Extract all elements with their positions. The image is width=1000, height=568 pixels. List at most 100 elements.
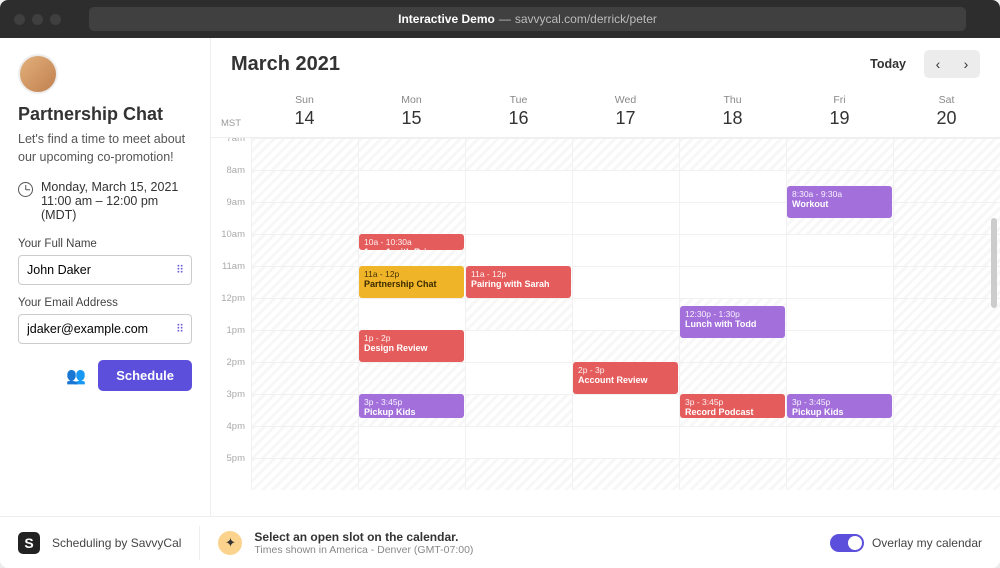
calendar-event[interactable]: 8:30a - 9:30aWorkout bbox=[787, 186, 892, 218]
unavailable-slot bbox=[786, 458, 893, 490]
open-slot[interactable] bbox=[572, 170, 679, 202]
calendar-month: March 2021 bbox=[231, 53, 860, 76]
unavailable-slot bbox=[251, 266, 358, 298]
unavailable-slot bbox=[679, 138, 786, 170]
scrollbar[interactable] bbox=[991, 218, 997, 308]
hour-label: 5pm bbox=[211, 458, 251, 490]
calendar-event[interactable]: 1p - 2pDesign Review bbox=[359, 330, 464, 362]
day-header: Fri19 bbox=[786, 88, 893, 137]
unavailable-slot bbox=[251, 362, 358, 394]
open-slot[interactable] bbox=[572, 202, 679, 234]
unavailable-slot bbox=[572, 458, 679, 490]
open-slot[interactable] bbox=[572, 234, 679, 266]
close-dot[interactable] bbox=[14, 14, 25, 25]
unavailable-slot bbox=[251, 458, 358, 490]
calendar-event[interactable]: 3p - 3:45pPickup Kids bbox=[787, 394, 892, 418]
toggle-switch[interactable] bbox=[830, 534, 864, 552]
open-slot[interactable] bbox=[572, 298, 679, 330]
schedule-button[interactable]: Schedule bbox=[98, 360, 192, 391]
open-slot[interactable] bbox=[786, 234, 893, 266]
unavailable-slot bbox=[358, 138, 465, 170]
unavailable-slot bbox=[358, 362, 465, 394]
input-drag-icon: ⠿ bbox=[176, 264, 184, 277]
unavailable-slot bbox=[465, 394, 572, 426]
unavailable-slot bbox=[893, 138, 1000, 170]
unavailable-slot bbox=[251, 426, 358, 458]
open-slot[interactable] bbox=[572, 266, 679, 298]
unavailable-slot bbox=[572, 138, 679, 170]
calendar-event[interactable]: 12:30p - 1:30pLunch with Todd bbox=[680, 306, 785, 338]
footer: S Scheduling by SavvyCal ✦ Select an ope… bbox=[0, 516, 1000, 568]
open-slot[interactable] bbox=[679, 234, 786, 266]
open-slot[interactable] bbox=[572, 426, 679, 458]
open-slot[interactable] bbox=[679, 170, 786, 202]
day-header: Wed17 bbox=[572, 88, 679, 137]
footer-brand-text: Scheduling by SavvyCal bbox=[52, 536, 181, 550]
open-slot[interactable] bbox=[786, 298, 893, 330]
calendar-event[interactable]: 11a - 12pPartnership Chat bbox=[359, 266, 464, 298]
unavailable-slot bbox=[679, 362, 786, 394]
open-slot[interactable] bbox=[679, 426, 786, 458]
open-slot[interactable] bbox=[786, 362, 893, 394]
name-input[interactable] bbox=[18, 255, 192, 285]
day-headers: MST Sun14Mon15Tue16Wed17Thu18Fri19Sat20 bbox=[211, 88, 1000, 138]
maximize-dot[interactable] bbox=[50, 14, 61, 25]
calendar-grid-scroll[interactable]: 7am8am9am10am11am12pm1pm2pm3pm4pm5pm10a … bbox=[211, 138, 1000, 516]
clock-icon bbox=[18, 182, 33, 197]
unavailable-slot bbox=[465, 298, 572, 330]
next-week-button[interactable]: › bbox=[952, 50, 980, 78]
unavailable-slot bbox=[465, 458, 572, 490]
unavailable-slot bbox=[786, 138, 893, 170]
meeting-description: Let's find a time to meet about our upco… bbox=[18, 131, 192, 166]
unavailable-slot bbox=[679, 458, 786, 490]
email-input[interactable] bbox=[18, 314, 192, 344]
unavailable-slot bbox=[893, 394, 1000, 426]
calendar-event[interactable]: 2p - 3pAccount Review bbox=[573, 362, 678, 394]
browser-titlebar: Interactive Demo — savvycal.com/derrick/… bbox=[0, 0, 1000, 38]
name-label: Your Full Name bbox=[18, 238, 192, 250]
calendar-event[interactable]: 3p - 3:45pPickup Kids bbox=[359, 394, 464, 418]
open-slot[interactable] bbox=[465, 234, 572, 266]
unavailable-slot bbox=[893, 170, 1000, 202]
open-slot[interactable] bbox=[358, 426, 465, 458]
open-slot[interactable] bbox=[572, 394, 679, 426]
unavailable-slot bbox=[572, 330, 679, 362]
host-avatar bbox=[18, 54, 58, 94]
open-slot[interactable] bbox=[786, 330, 893, 362]
overlay-toggle[interactable]: Overlay my calendar bbox=[830, 534, 982, 552]
day-header: Thu18 bbox=[679, 88, 786, 137]
open-slot[interactable] bbox=[465, 426, 572, 458]
unavailable-slot bbox=[893, 234, 1000, 266]
open-slot[interactable] bbox=[786, 266, 893, 298]
open-slot[interactable] bbox=[465, 202, 572, 234]
url-bar[interactable]: Interactive Demo — savvycal.com/derrick/… bbox=[89, 7, 966, 31]
day-header: Sun14 bbox=[251, 88, 358, 137]
unavailable-slot bbox=[893, 458, 1000, 490]
open-slot[interactable] bbox=[358, 298, 465, 330]
unavailable-slot bbox=[358, 458, 465, 490]
calendar-event[interactable]: 11a - 12pPairing with Sarah bbox=[466, 266, 571, 298]
input-drag-icon: ⠿ bbox=[176, 323, 184, 336]
open-slot[interactable] bbox=[786, 426, 893, 458]
unavailable-slot bbox=[251, 138, 358, 170]
timezone-label: MST bbox=[211, 88, 251, 137]
calendar-event[interactable]: 10a - 10:30a1-on-1 with Brian bbox=[359, 234, 464, 250]
open-slot[interactable] bbox=[465, 362, 572, 394]
add-guests-icon[interactable]: 👥 bbox=[66, 366, 86, 386]
unavailable-slot bbox=[251, 298, 358, 330]
hint-icon: ✦ bbox=[218, 531, 242, 555]
open-slot[interactable] bbox=[358, 170, 465, 202]
open-slot[interactable] bbox=[679, 202, 786, 234]
booking-sidebar: Partnership Chat Let's find a time to me… bbox=[0, 38, 210, 516]
page-title-tab: Interactive Demo bbox=[398, 12, 495, 26]
unavailable-slot bbox=[893, 426, 1000, 458]
minimize-dot[interactable] bbox=[32, 14, 43, 25]
prev-week-button[interactable]: ‹ bbox=[924, 50, 952, 78]
open-slot[interactable] bbox=[465, 170, 572, 202]
calendar-panel: March 2021 Today ‹ › MST Sun14Mon15Tue16… bbox=[210, 38, 1000, 516]
today-button[interactable]: Today bbox=[860, 51, 916, 77]
open-slot[interactable] bbox=[679, 266, 786, 298]
open-slot[interactable] bbox=[465, 330, 572, 362]
day-header: Tue16 bbox=[465, 88, 572, 137]
calendar-event[interactable]: 3p - 3:45pRecord Podcast bbox=[680, 394, 785, 418]
